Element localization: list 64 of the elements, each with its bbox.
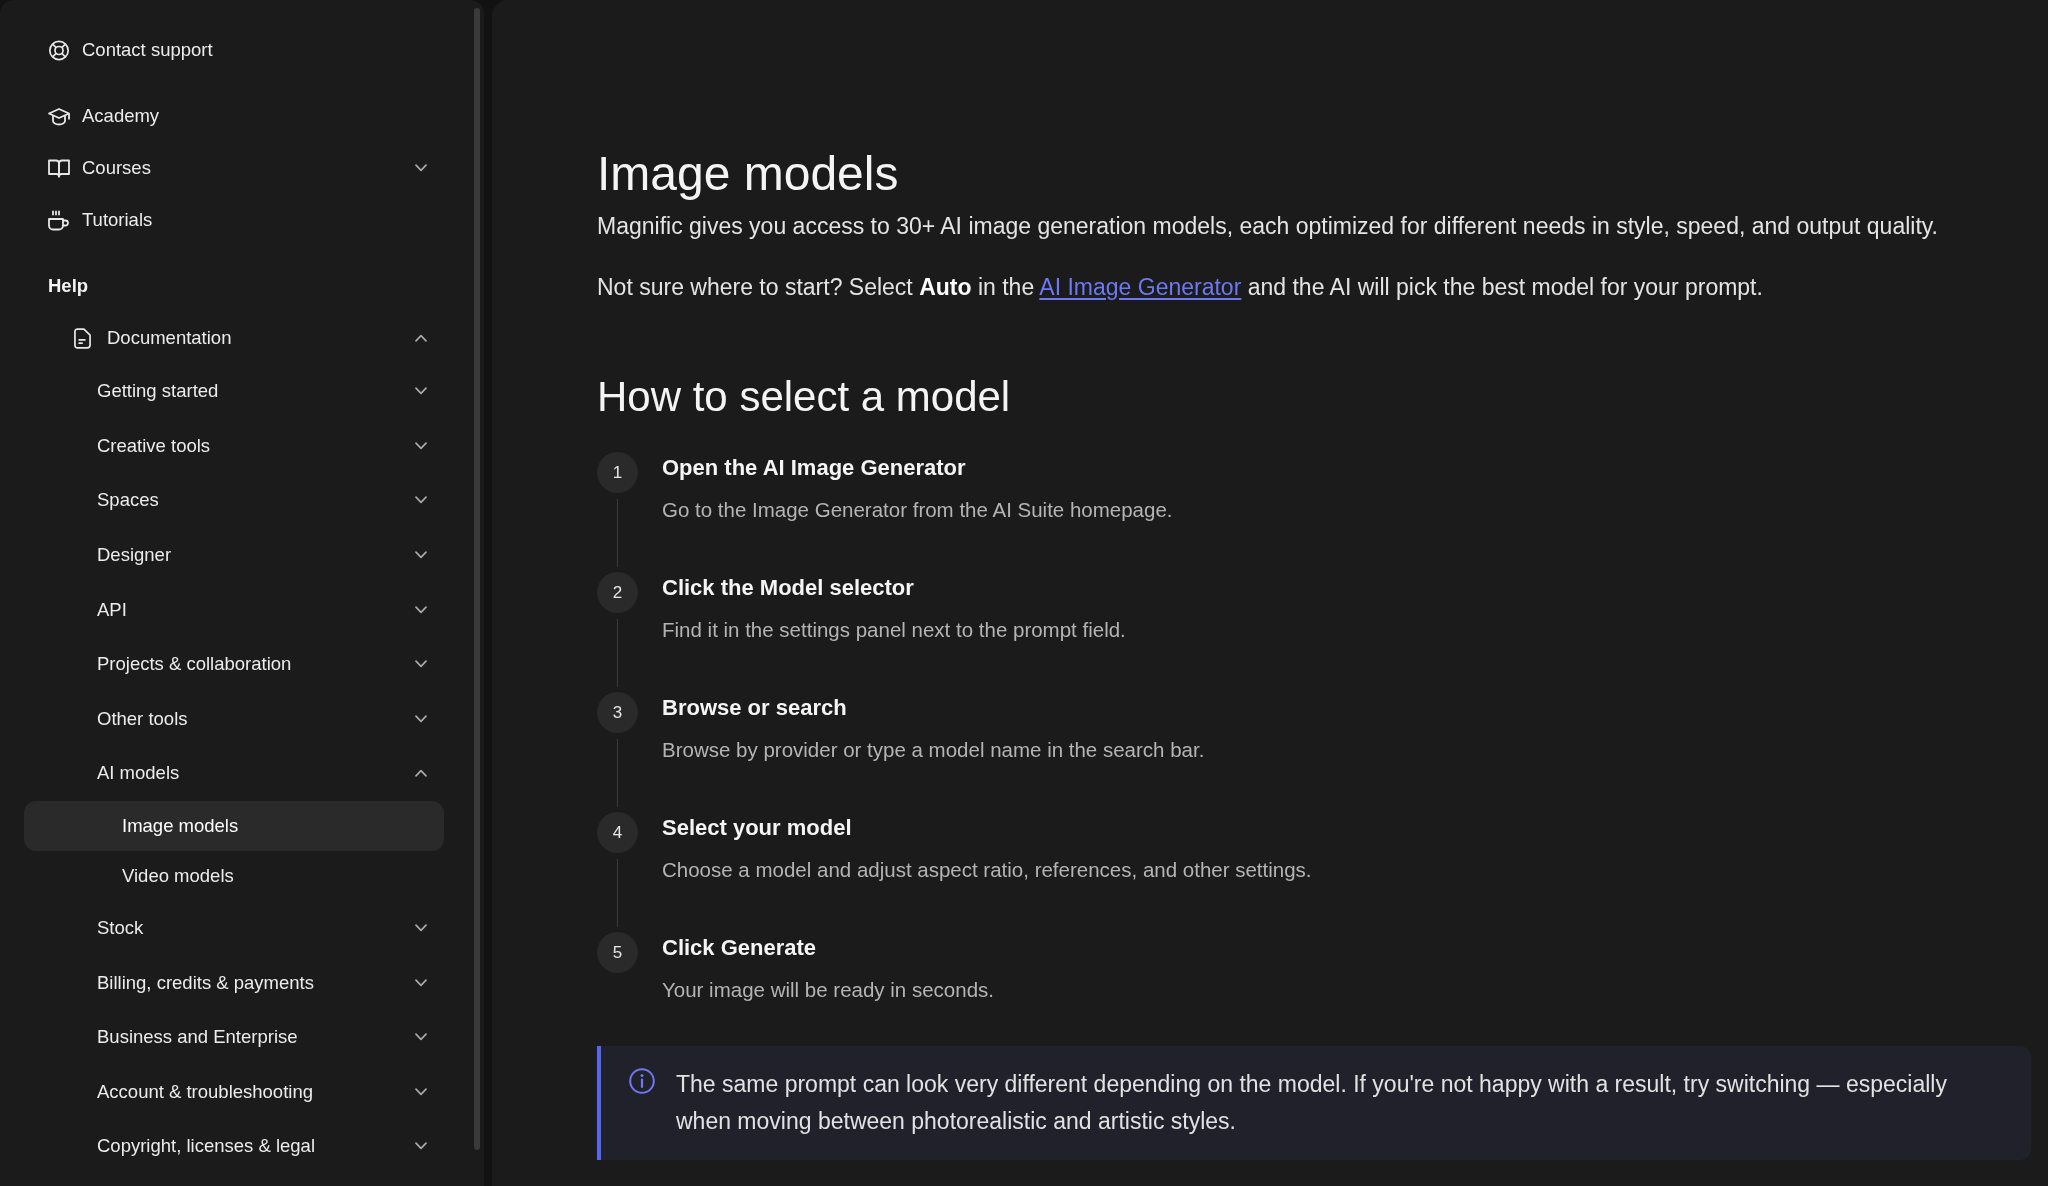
nav-item[interactable]: Video models	[24, 850, 444, 901]
scrollbar-thumb[interactable]	[474, 8, 480, 1150]
step-title: Click Generate	[662, 934, 818, 962]
chevron-down-icon[interactable]	[415, 496, 427, 505]
section-heading: How to select a model	[597, 373, 1012, 421]
step-number: 2	[597, 572, 638, 613]
step-number: 5	[597, 932, 638, 973]
chevron-down-icon[interactable]	[415, 714, 427, 723]
nav-item[interactable]: Stock	[24, 900, 444, 956]
sidebar-link[interactable]: Courses	[24, 142, 444, 194]
step-number: 3	[597, 692, 638, 733]
generator-link[interactable]: AI Image Generator	[1039, 274, 1242, 300]
lifebuoy-icon	[48, 39, 70, 61]
step-title: Select your model	[662, 814, 853, 842]
chevron-down-icon[interactable]	[415, 1142, 427, 1151]
chevron-down-icon[interactable]	[415, 660, 427, 669]
step-description: Browse by provider or type a model name in the search bar.	[662, 737, 1205, 763]
cup-icon	[48, 209, 70, 231]
nav-item[interactable]: Spaces	[24, 473, 444, 528]
intro-paragraph: Magnific gives you access to 30+ AI image generation models, each optimized for different needs in style, speed, and output quality.	[597, 212, 1939, 241]
step-title: Open the AI Image Generator	[662, 454, 967, 482]
nav-item[interactable]: Getting started	[24, 364, 444, 419]
chevron-down-icon[interactable]	[415, 605, 427, 614]
nav-item[interactable]: Account & troubleshooting	[24, 1064, 444, 1120]
step-number: 1	[597, 452, 638, 493]
chevron-up-icon[interactable]	[415, 769, 427, 778]
nav-item[interactable]: Creative tools	[24, 418, 444, 474]
section-heading: Help	[47, 274, 90, 298]
chevron-down-icon[interactable]	[415, 978, 427, 987]
nav-item[interactable]: Documentation	[24, 312, 444, 364]
nav-item[interactable]: Business and Enterprise	[24, 1009, 444, 1065]
nav-item[interactable]: API	[24, 582, 444, 637]
graduation-cap-icon	[48, 105, 70, 127]
nav-item[interactable]: Copyright, licenses & legal	[24, 1119, 444, 1174]
step-title: Click the Model selector	[662, 574, 915, 602]
chevron-down-icon[interactable]	[415, 387, 427, 396]
sidebar-link[interactable]: Tutorials	[24, 194, 444, 246]
callout-text: The same prompt can look very different depending on the model. If you're not happy with a result, try switching — especially when moving between photorealistic and artistic styles.	[676, 1070, 1948, 1136]
chevron-up-icon[interactable]	[415, 334, 427, 342]
chevron-down-icon[interactable]	[415, 924, 427, 933]
nav-item[interactable]: Other tools	[24, 691, 444, 747]
nav-item[interactable]: Projects & collaboration	[24, 636, 444, 692]
nav-item[interactable]: AI models	[24, 746, 444, 801]
open-book-icon	[48, 157, 70, 179]
step-description: Choose a model and adjust aspect ratio, references, and other settings.	[662, 857, 1312, 883]
sidebar-link[interactable]: Academy	[24, 90, 444, 142]
step-description: Find it in the settings panel next to the prompt field.	[662, 617, 1126, 643]
chevron-down-icon[interactable]	[415, 551, 427, 560]
info-icon	[629, 1068, 655, 1094]
chevron-down-icon[interactable]	[415, 441, 427, 450]
nav-item[interactable]: Image models	[24, 800, 444, 851]
sidebar-link[interactable]: Contact support	[24, 24, 444, 76]
nav-item[interactable]: Billing, credits & payments	[24, 955, 444, 1010]
chevron-down-icon[interactable]	[415, 164, 427, 172]
page-title: Image models	[597, 146, 900, 202]
step-description: Go to the Image Generator from the AI Suite homepage.	[662, 497, 1173, 523]
chevron-down-icon[interactable]	[415, 1087, 427, 1096]
step-description: Your image will be ready in seconds.	[662, 977, 994, 1003]
hint-paragraph: Not sure where to start? Select Auto in the AI Image Generator and the AI will pick the best model for your prompt.	[597, 273, 1764, 302]
step-number: 4	[597, 812, 638, 853]
nav-item[interactable]: Designer	[24, 527, 444, 583]
step-title: Browse or search	[662, 694, 848, 722]
document-icon	[74, 327, 91, 349]
chevron-down-icon[interactable]	[415, 1033, 427, 1042]
